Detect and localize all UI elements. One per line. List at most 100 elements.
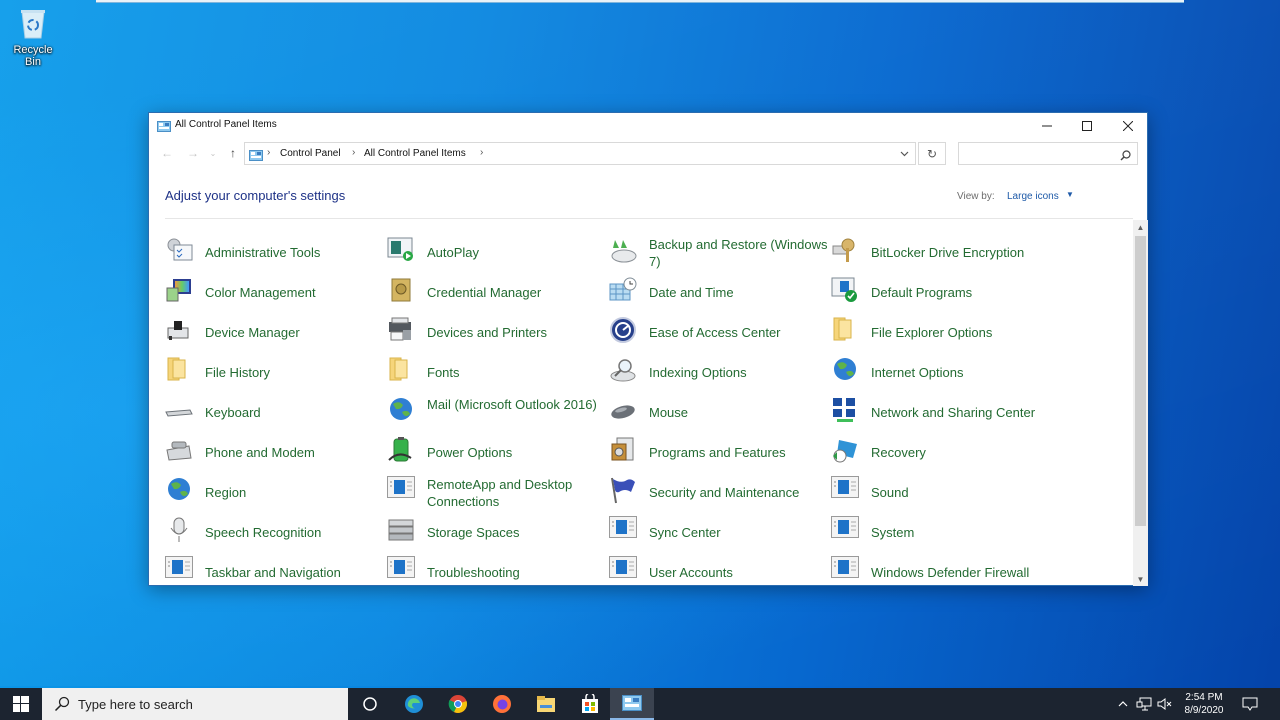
control-panel-item[interactable]: Recovery	[815, 428, 1037, 468]
control-panel-item[interactable]: Date and Time	[593, 268, 815, 308]
title-bar[interactable]: All Control Panel Items	[149, 113, 1147, 139]
control-panel-item[interactable]: BitLocker Drive Encryption	[815, 228, 1037, 268]
close-button[interactable]	[1107, 113, 1148, 139]
item-label[interactable]: Region	[205, 484, 385, 501]
taskbar-app-store[interactable]	[568, 688, 612, 720]
item-label[interactable]: Mail (Microsoft Outlook 2016)	[427, 396, 607, 413]
taskbar-search-box[interactable]: Type here to search	[42, 688, 348, 720]
item-label[interactable]: Credential Manager	[427, 284, 607, 301]
taskbar-app-file-explorer[interactable]	[524, 688, 568, 720]
control-panel-item[interactable]: Credential Manager	[371, 268, 593, 308]
scroll-up-button[interactable]: ▲	[1133, 220, 1148, 234]
item-label[interactable]: Phone and Modem	[205, 444, 385, 461]
control-panel-item[interactable]: Sync Center	[593, 508, 815, 548]
item-label[interactable]: Power Options	[427, 444, 607, 461]
taskbar-app-edge[interactable]	[392, 688, 436, 720]
control-panel-item[interactable]: Troubleshooting	[371, 548, 593, 586]
taskbar-clock[interactable]: 2:54 PM 8/9/2020	[1176, 691, 1232, 717]
item-label[interactable]: Windows Defender Firewall	[871, 564, 1051, 581]
forward-button[interactable]: →	[185, 145, 201, 161]
up-button[interactable]: ↑	[225, 145, 241, 161]
taskbar-app-firefox[interactable]	[480, 688, 524, 720]
breadcrumb-control-panel[interactable]: Control Panel	[280, 148, 341, 159]
item-label[interactable]: Color Management	[205, 284, 385, 301]
taskbar-app-control-panel[interactable]	[610, 688, 654, 720]
action-center-button[interactable]	[1238, 688, 1262, 720]
control-panel-item[interactable]: Region	[149, 468, 371, 508]
item-label[interactable]: Keyboard	[205, 404, 385, 421]
control-panel-item[interactable]: Security and Maintenance	[593, 468, 815, 508]
control-panel-item[interactable]: RemoteApp and Desktop Connections	[371, 468, 593, 509]
item-label[interactable]: Administrative Tools	[205, 244, 385, 261]
item-label[interactable]: Programs and Features	[649, 444, 829, 461]
breadcrumb-all-items[interactable]: All Control Panel Items	[364, 148, 466, 159]
item-label[interactable]: Date and Time	[649, 284, 829, 301]
taskbar-app-chrome[interactable]	[436, 688, 480, 720]
item-label[interactable]: BitLocker Drive Encryption	[871, 244, 1051, 261]
item-label[interactable]: Security and Maintenance	[649, 484, 829, 501]
network-tray-button[interactable]	[1134, 688, 1154, 720]
item-label[interactable]: Default Programs	[871, 284, 1051, 301]
minimize-button[interactable]	[1026, 113, 1067, 139]
control-panel-item[interactable]: Mail (Microsoft Outlook 2016)	[371, 388, 597, 428]
item-label[interactable]: Network and Sharing Center	[871, 404, 1051, 421]
desktop-icon-recycle-bin[interactable]: Recycle Bin	[4, 6, 62, 68]
control-panel-item[interactable]: Ease of Access Center	[593, 308, 815, 348]
search-input[interactable]	[958, 142, 1138, 165]
control-panel-item[interactable]: Taskbar and Navigation	[149, 548, 371, 586]
item-label[interactable]: Storage Spaces	[427, 524, 607, 541]
item-label[interactable]: Indexing Options	[649, 364, 829, 381]
item-label[interactable]: Device Manager	[205, 324, 385, 341]
control-panel-item[interactable]: File History	[149, 348, 371, 388]
control-panel-item[interactable]: Power Options	[371, 428, 593, 468]
control-panel-item[interactable]: Keyboard	[149, 388, 371, 428]
control-panel-item[interactable]: Backup and Restore (Windows 7)	[593, 228, 827, 269]
item-label[interactable]: Sync Center	[649, 524, 829, 541]
item-label[interactable]: Taskbar and Navigation	[205, 564, 385, 581]
control-panel-item[interactable]: Administrative Tools	[149, 228, 371, 268]
breadcrumb-separator-icon[interactable]: ›	[352, 147, 355, 158]
control-panel-item[interactable]: Network and Sharing Center	[815, 388, 1037, 428]
item-label[interactable]: Mouse	[649, 404, 829, 421]
refresh-button[interactable]: ↻	[918, 142, 946, 165]
item-label[interactable]: User Accounts	[649, 564, 829, 581]
breadcrumb-separator-icon[interactable]: ›	[480, 147, 483, 158]
item-label[interactable]: Devices and Printers	[427, 324, 607, 341]
item-label[interactable]: Speech Recognition	[205, 524, 385, 541]
item-label[interactable]: RemoteApp and Desktop Connections	[427, 476, 607, 510]
control-panel-item[interactable]: Storage Spaces	[371, 508, 593, 548]
item-label[interactable]: Fonts	[427, 364, 607, 381]
scrollbar-thumb[interactable]	[1135, 236, 1146, 526]
item-label[interactable]: Sound	[871, 484, 1051, 501]
control-panel-item[interactable]: Programs and Features	[593, 428, 815, 468]
control-panel-item[interactable]: Internet Options	[815, 348, 1037, 388]
item-label[interactable]: File Explorer Options	[871, 324, 1051, 341]
item-label[interactable]: Internet Options	[871, 364, 1051, 381]
control-panel-item[interactable]: AutoPlay	[371, 228, 593, 268]
view-by-dropdown[interactable]: Large icons	[1007, 191, 1059, 202]
recent-locations-button[interactable]: ⌄	[205, 145, 221, 161]
control-panel-item[interactable]: Indexing Options	[593, 348, 815, 388]
control-panel-item[interactable]: User Accounts	[593, 548, 815, 586]
maximize-button[interactable]	[1066, 113, 1107, 139]
control-panel-item[interactable]: Mouse	[593, 388, 815, 428]
control-panel-item[interactable]: Phone and Modem	[149, 428, 371, 468]
control-panel-item[interactable]: System	[815, 508, 1037, 548]
back-button[interactable]: ←	[159, 145, 175, 161]
control-panel-item[interactable]: Device Manager	[149, 308, 371, 348]
address-bar[interactable]: › Control Panel › All Control Panel Item…	[244, 142, 916, 165]
control-panel-item[interactable]: Color Management	[149, 268, 371, 308]
item-label[interactable]: Backup and Restore (Windows 7)	[649, 236, 829, 270]
task-view-button[interactable]	[348, 688, 392, 720]
item-label[interactable]: AutoPlay	[427, 244, 607, 261]
control-panel-item[interactable]: Speech Recognition	[149, 508, 371, 548]
vertical-scrollbar[interactable]: ▲ ▼	[1133, 220, 1148, 586]
breadcrumb-separator-icon[interactable]: ›	[267, 147, 270, 158]
item-label[interactable]: Recovery	[871, 444, 1051, 461]
item-label[interactable]: Troubleshooting	[427, 564, 607, 581]
control-panel-item[interactable]: Windows Defender Firewall	[815, 548, 1037, 586]
item-label[interactable]: Ease of Access Center	[649, 324, 829, 341]
control-panel-item[interactable]: Sound	[815, 468, 1037, 508]
control-panel-item[interactable]: Default Programs	[815, 268, 1037, 308]
start-button[interactable]	[0, 688, 42, 720]
